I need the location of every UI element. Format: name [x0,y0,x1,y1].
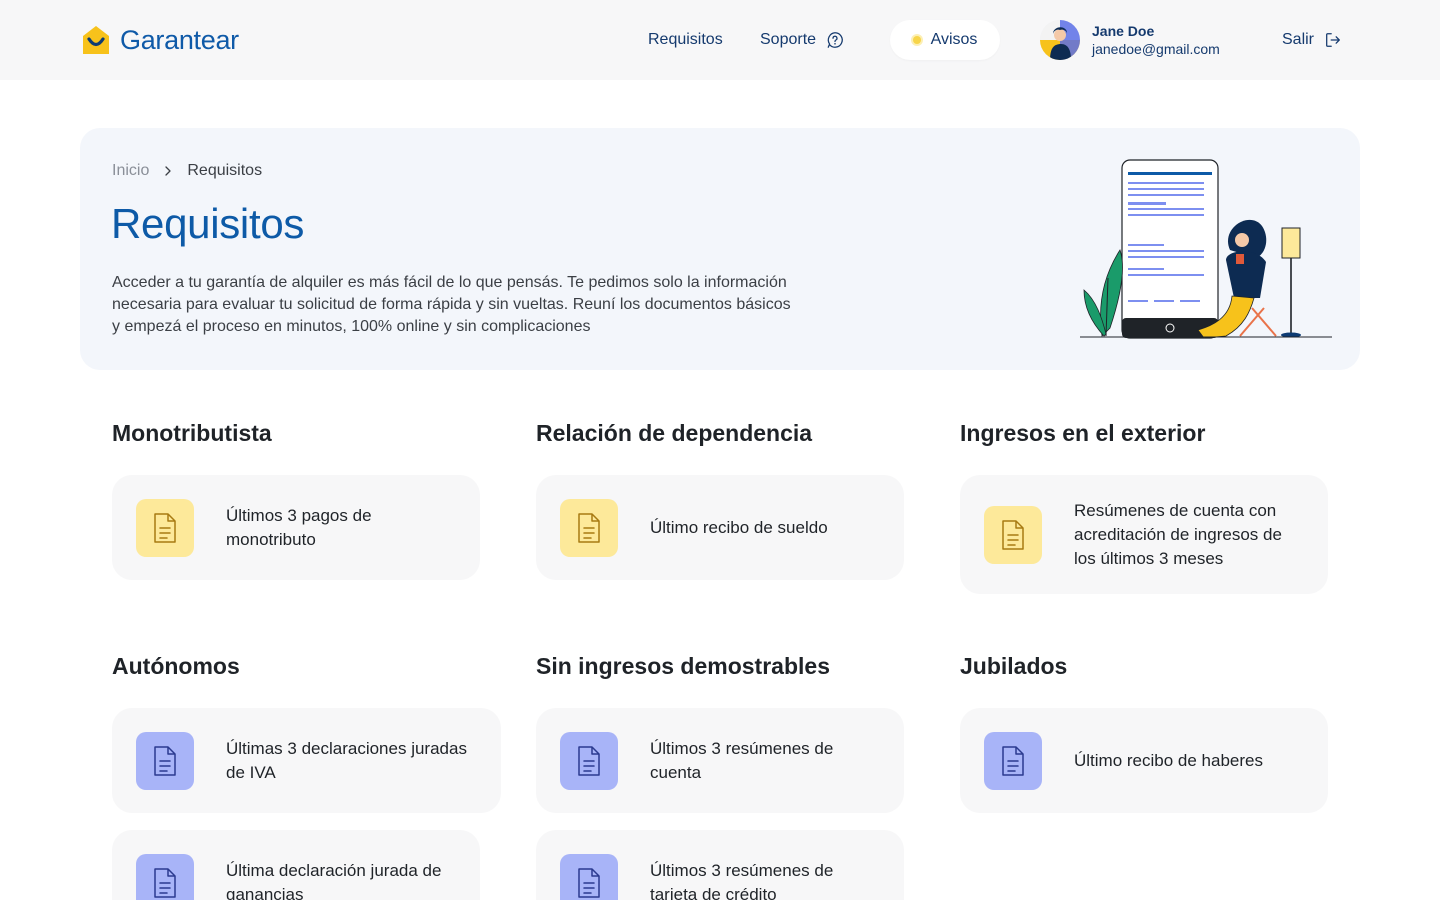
requirement-text: Últimas 3 declaraciones juradas de IVA [226,738,467,782]
section-title-sin-ingresos: Sin ingresos demostrables [536,653,830,679]
requirement-card[interactable]: Último recibo de haberes [960,708,1328,813]
logout-icon [1326,33,1340,47]
section-title-monotributista: Monotributista [112,420,272,446]
requirement-card[interactable]: Últimos 3 pagos de monotributo [112,475,480,580]
document-icon-tile [560,498,618,557]
notification-dot-icon [912,36,921,44]
requirement-card[interactable]: Últimos 3 resúmenes de tarjeta de crédit… [536,830,904,900]
user-avatar [1040,20,1080,60]
section-title-autonomos: Autónomos [112,653,240,679]
document-icon-tile [136,853,194,900]
logout-link[interactable]: Salir [1282,30,1342,50]
document-icon [154,745,176,776]
requirement-text: Último recibo de haberes [1074,750,1263,770]
document-icon-tile [984,505,1042,564]
requirement-text: Últimos 3 pagos de monotributo [226,505,372,549]
brand-name: Garantear [120,24,239,55]
requirement-card[interactable]: Resúmenes de cuenta con acreditación de … [960,475,1328,594]
nav-requisitos-link[interactable]: Requisitos [648,30,723,50]
breadcrumb-home-link[interactable]: Inicio [112,162,149,180]
document-icon [578,512,600,543]
user-info: Jane Doe janedoe@gmail.com [1092,22,1220,58]
house-logo-icon [83,26,109,54]
nav-soporte-label: Soporte [760,31,817,48]
requirement-text: Último recibo de sueldo [650,517,828,537]
help-bubble-icon [827,32,843,48]
document-icon [154,512,176,543]
person-with-phone-illustration-icon [1080,159,1332,339]
user-name: Jane Doe [1092,23,1155,39]
document-icon-tile [136,498,194,557]
hero-panel: Inicio Requisitos Requisitos Acceder a t… [80,128,1360,370]
document-icon [1002,745,1024,776]
breadcrumb: Inicio Requisitos [112,162,262,180]
nav-requisitos-label: Requisitos [648,31,723,48]
avisos-button[interactable]: Avisos [890,20,1000,60]
avatar-illustration-icon [1040,20,1080,60]
section-title-jubilados: Jubilados [960,653,1068,679]
requirement-text: Resúmenes de cuenta con acreditación de … [1074,500,1282,568]
avisos-label: Avisos [930,31,978,48]
brand-logo[interactable]: Garantear [80,24,239,56]
document-icon-tile [984,731,1042,790]
document-icon [578,867,600,898]
logout-label: Salir [1282,31,1315,48]
requirement-text: Últimos 3 resúmenes de cuenta [650,738,834,782]
nav-soporte-link[interactable]: Soporte [760,30,844,50]
document-icon-tile [560,853,618,900]
document-icon [1002,519,1024,550]
breadcrumb-current: Requisitos [187,162,263,179]
requirement-text: Últimos 3 resúmenes de tarjeta de crédit… [650,860,834,900]
requirement-text: Última declaración jurada de ganancias [226,860,442,900]
section-title-relacion-dependencia: Relación de dependencia [536,420,813,446]
requirement-card[interactable]: Últimos 3 resúmenes de cuenta [536,708,904,813]
document-icon-tile [560,731,618,790]
document-icon [578,745,600,776]
requirement-card[interactable]: Últimas 3 declaraciones juradas de IVA [112,708,501,813]
requirement-card[interactable]: Última declaración jurada de ganancias [112,830,480,900]
user-email: janedoe@gmail.com [1092,41,1220,57]
document-icon-tile [136,731,194,790]
page-title: Requisitos [111,200,305,247]
page-description: Acceder a tu garantía de alquiler es más… [112,274,791,335]
requirement-card[interactable]: Último recibo de sueldo [536,475,904,580]
chevron-right-icon [165,166,172,176]
top-navbar: Garantear Requisitos Soporte Avisos Jane… [0,0,1440,80]
section-title-ingresos-exterior: Ingresos en el exterior [960,420,1206,446]
document-icon [154,867,176,898]
user-menu[interactable]: Jane Doe janedoe@gmail.com [1040,20,1220,60]
